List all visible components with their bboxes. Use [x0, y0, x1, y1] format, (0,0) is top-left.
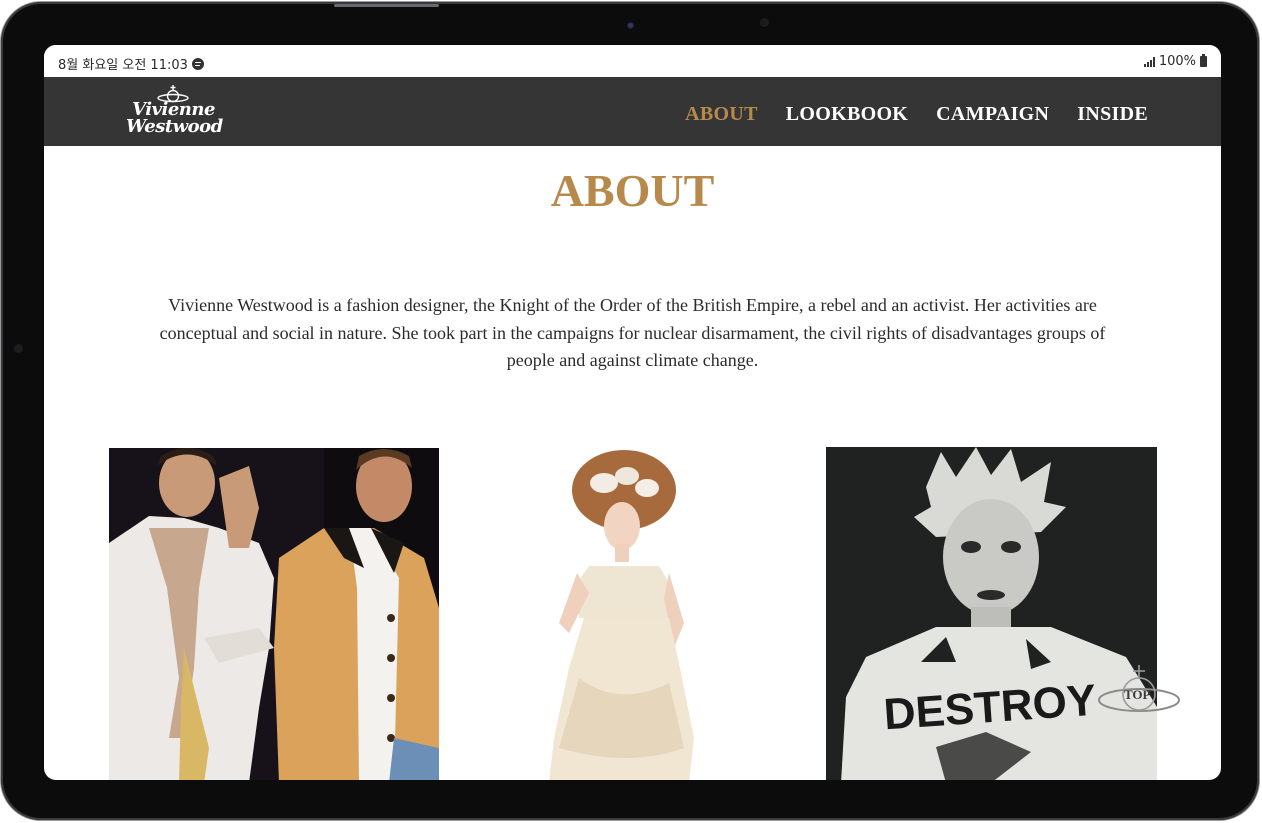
spotify-icon	[191, 57, 204, 70]
tablet-frame: 8월 화요일 오전 11:03 100% Vivienne Westwood A…	[1, 2, 1259, 820]
nav-link-campaign[interactable]: CAMPAIGN	[936, 104, 1049, 124]
signal-icon	[1143, 56, 1155, 67]
screen: 8월 화요일 오전 11:03 100% Vivienne Westwood A…	[44, 45, 1221, 780]
photo-punk-portrait: DESTROY	[826, 447, 1157, 780]
back-to-top-button[interactable]: TOP	[1096, 662, 1182, 722]
status-time: 8월 화요일 오전 11:03	[58, 58, 188, 73]
logo-line-2: Westwood	[126, 116, 223, 137]
navbar: Vivienne Westwood ABOUT LOOKBOOK CAMPAIG…	[44, 77, 1221, 146]
tablet-button	[334, 4, 439, 7]
status-bar: 8월 화요일 오전 11:03 100%	[44, 45, 1221, 77]
side-sensor-icon	[14, 344, 23, 353]
photo-cream-gown	[519, 448, 749, 780]
sensor-icon	[760, 18, 769, 27]
main-nav: ABOUT LOOKBOOK CAMPAIGN INSIDE	[685, 104, 1148, 124]
nav-link-about[interactable]: ABOUT	[685, 104, 758, 124]
nav-link-inside[interactable]: INSIDE	[1077, 104, 1148, 124]
brand-logo[interactable]: Vivienne Westwood	[126, 84, 223, 142]
back-to-top-label: TOP	[1124, 687, 1151, 702]
battery-icon	[1200, 54, 1207, 67]
camera-icon	[624, 19, 637, 32]
nav-link-lookbook[interactable]: LOOKBOOK	[786, 104, 908, 124]
battery-percent: 100%	[1158, 54, 1196, 69]
page-title: ABOUT	[550, 165, 715, 216]
photo-menswear-models	[109, 448, 439, 780]
about-paragraph: Vivienne Westwood is a fashion designer,…	[159, 295, 1106, 370]
